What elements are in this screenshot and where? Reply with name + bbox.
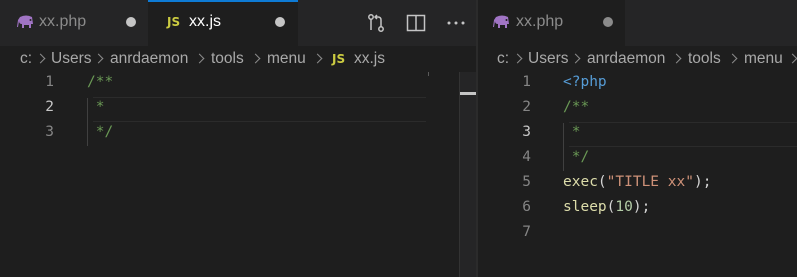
- code-text: *: [87, 99, 105, 115]
- string-literal: "TITLE xx": [606, 174, 694, 190]
- tab-label: xx.php: [39, 13, 87, 30]
- line-number: 3: [45, 124, 54, 140]
- code-line: 1 /**: [0, 72, 476, 97]
- line-number: 3: [522, 124, 531, 140]
- unsaved-dot-icon[interactable]: [126, 17, 136, 27]
- tab-xx-js[interactable]: JS xx.js: [148, 0, 298, 46]
- line-number: 4: [522, 149, 531, 165]
- left-editor-group: xx.php JS xx.js c: Users anrdaemon tools…: [0, 0, 476, 277]
- code-line: 3 *: [478, 122, 797, 147]
- chevron-right-icon: [35, 53, 46, 64]
- punctuation: );: [693, 174, 712, 190]
- tab-label: xx.php: [516, 13, 564, 30]
- breadcrumb-item[interactable]: menu: [744, 50, 783, 68]
- chevron-right-icon: [727, 53, 738, 64]
- js-file-icon: JS: [167, 15, 181, 29]
- line-number: 2: [522, 99, 531, 115]
- function-name: sleep: [563, 199, 607, 215]
- php-elephant-icon: [493, 15, 509, 28]
- split-editor-icon[interactable]: [404, 11, 428, 35]
- code-text: <?php: [563, 74, 607, 90]
- left-tab-bar: xx.php JS xx.js: [0, 0, 476, 46]
- breadcrumb-item[interactable]: tools: [688, 50, 721, 68]
- code-text: /**: [563, 99, 590, 115]
- number-literal: 10: [615, 199, 633, 215]
- function-name: exec: [563, 174, 598, 190]
- vertical-scrollbar[interactable]: [459, 72, 476, 277]
- punctuation: );: [632, 199, 651, 215]
- js-file-icon: JS: [332, 52, 346, 66]
- chevron-right-icon: [93, 53, 104, 64]
- more-actions-icon[interactable]: [444, 11, 468, 35]
- breadcrumb-item[interactable]: anrdaemon: [587, 50, 665, 68]
- punctuation: (: [597, 174, 607, 190]
- code-text: sleep(10);: [563, 199, 650, 215]
- chevron-right-icon: [787, 53, 797, 64]
- code-text: */: [87, 124, 114, 140]
- line-number: 5: [522, 174, 531, 190]
- tab-xx-php[interactable]: xx.php: [0, 0, 148, 46]
- right-tab-bar: xx.php: [478, 0, 797, 46]
- code-line: 5 exec("TITLE xx");: [478, 172, 797, 197]
- breadcrumb-item[interactable]: c:: [20, 50, 32, 68]
- breadcrumb-item[interactable]: tools: [211, 50, 244, 68]
- code-line: 6 sleep(10);: [478, 197, 797, 222]
- line-number: 7: [522, 224, 531, 240]
- code-line: 3 */: [0, 122, 476, 147]
- chevron-right-icon: [312, 53, 323, 64]
- scrollbar-thumb[interactable]: [460, 92, 476, 95]
- code-editor[interactable]: 1 /** 2 * 3 */: [0, 72, 476, 277]
- chevron-right-icon: [671, 53, 682, 64]
- chevron-right-icon: [512, 53, 523, 64]
- code-line: 2 *: [0, 97, 476, 122]
- unsaved-dot-icon[interactable]: [603, 17, 613, 27]
- chevron-right-icon: [250, 53, 261, 64]
- code-editor[interactable]: 1 <?php 2 /** 3 * 4 */ 5 exec("TITLE xx"…: [478, 72, 797, 277]
- code-line: 2 /**: [478, 97, 797, 122]
- breadcrumb-item[interactable]: Users: [528, 50, 568, 68]
- breadcrumb-file[interactable]: xx.js: [354, 50, 385, 68]
- breadcrumb-item[interactable]: anrdaemon: [110, 50, 188, 68]
- breadcrumb-item[interactable]: Users: [51, 50, 91, 68]
- line-number: 1: [522, 74, 531, 90]
- php-elephant-icon: [17, 15, 33, 28]
- minimap: [428, 72, 429, 76]
- breadcrumb-item[interactable]: menu: [267, 50, 306, 68]
- breadcrumb-item[interactable]: c:: [497, 50, 509, 68]
- active-tab-indicator: [148, 0, 298, 2]
- right-editor-group: xx.php c: Users anrdaemon tools menu 1 <…: [478, 0, 797, 277]
- line-number: 2: [45, 99, 54, 115]
- code-text: *: [563, 124, 581, 140]
- breadcrumb: c: Users anrdaemon tools menu: [478, 46, 797, 72]
- code-text: exec("TITLE xx");: [563, 174, 711, 190]
- breadcrumb: c: Users anrdaemon tools menu JS xx.js: [0, 46, 476, 72]
- code-line: 7: [478, 222, 797, 247]
- line-number: 1: [45, 74, 54, 90]
- chevron-right-icon: [194, 53, 205, 64]
- tab-xx-php[interactable]: xx.php: [478, 0, 625, 46]
- code-text: */: [563, 149, 590, 165]
- unsaved-dot-icon[interactable]: [275, 17, 285, 27]
- code-text: /**: [87, 74, 114, 90]
- open-changes-icon[interactable]: [364, 11, 388, 35]
- chevron-right-icon: [570, 53, 581, 64]
- tab-label: xx.js: [189, 13, 221, 30]
- code-line: 4 */: [478, 147, 797, 172]
- code-line: 1 <?php: [478, 72, 797, 97]
- line-number: 6: [522, 199, 531, 215]
